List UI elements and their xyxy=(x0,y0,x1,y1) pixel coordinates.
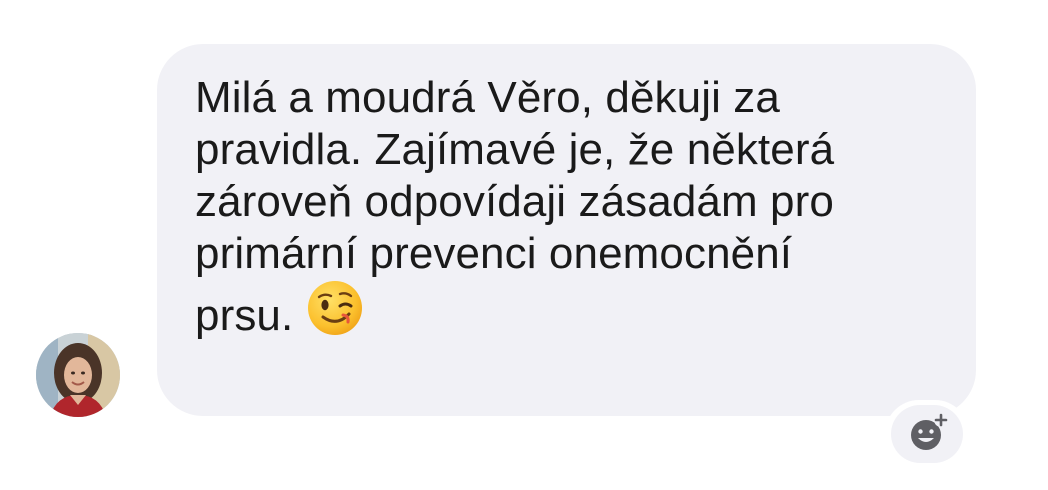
add-reaction-button[interactable] xyxy=(891,405,963,463)
message-row: Milá a moudrá Věro, děkuji za pravidla. … xyxy=(0,0,1048,490)
avatar[interactable] xyxy=(36,333,120,417)
reaction-button-container xyxy=(885,400,969,468)
message-text: Milá a moudrá Věro, děkuji za pravidla. … xyxy=(195,73,835,340)
winking-face-emoji xyxy=(307,280,363,341)
profile-photo xyxy=(36,333,120,417)
add-reaction-icon xyxy=(911,413,948,450)
message-bubble[interactable]: Milá a moudrá Věro, děkuji za pravidla. … xyxy=(157,44,976,416)
